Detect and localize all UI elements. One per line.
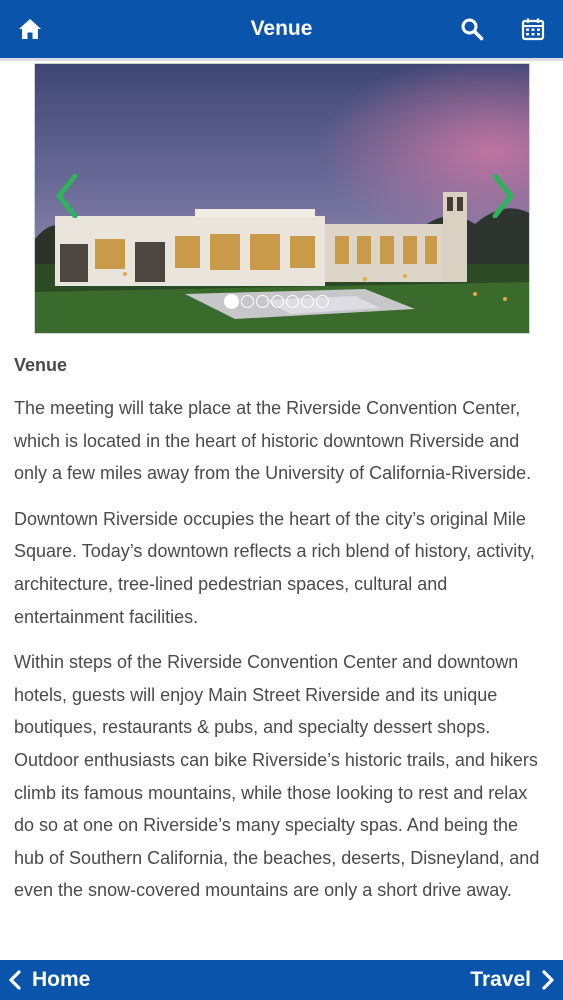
slide-indicator: [224, 294, 329, 309]
home-nav-button[interactable]: Home: [8, 960, 90, 1000]
bottom-nav-bar: Home Travel: [0, 960, 563, 1000]
convention-center-photo: [35, 64, 529, 333]
next-slide-arrow-icon[interactable]: [491, 174, 515, 218]
paragraph-intro: The meeting will take place at the River…: [14, 398, 532, 484]
calendar-button[interactable]: [518, 14, 548, 44]
slide-dot-4[interactable]: [271, 295, 284, 308]
section-heading: Venue: [14, 355, 68, 375]
header-divider: [0, 58, 563, 61]
travel-nav-button[interactable]: Travel: [470, 960, 555, 1000]
chevron-right-icon: [542, 970, 554, 990]
venue-photo-carousel[interactable]: [34, 63, 530, 334]
previous-slide-arrow-icon[interactable]: [55, 174, 79, 218]
search-icon: [461, 18, 484, 41]
travel-nav-label: Travel: [470, 968, 531, 991]
paragraph-attractions: Within steps of the Riverside Convention…: [14, 652, 540, 901]
slide-dot-1[interactable]: [224, 294, 239, 309]
venue-content: Venue The meeting will take place at the…: [14, 352, 549, 920]
slide-dot-2[interactable]: [241, 295, 254, 308]
slide-dot-5[interactable]: [286, 295, 299, 308]
chevron-left-icon: [9, 970, 21, 990]
slide-dot-7[interactable]: [316, 295, 329, 308]
home-nav-label: Home: [32, 968, 91, 991]
slide-dot-3[interactable]: [256, 295, 269, 308]
search-button[interactable]: [457, 14, 487, 44]
paragraph-downtown: Downtown Riverside occupies the heart of…: [14, 508, 535, 627]
slide-dot-6[interactable]: [301, 295, 314, 308]
top-bar: Venue: [0, 0, 563, 58]
calendar-icon: [521, 18, 545, 41]
